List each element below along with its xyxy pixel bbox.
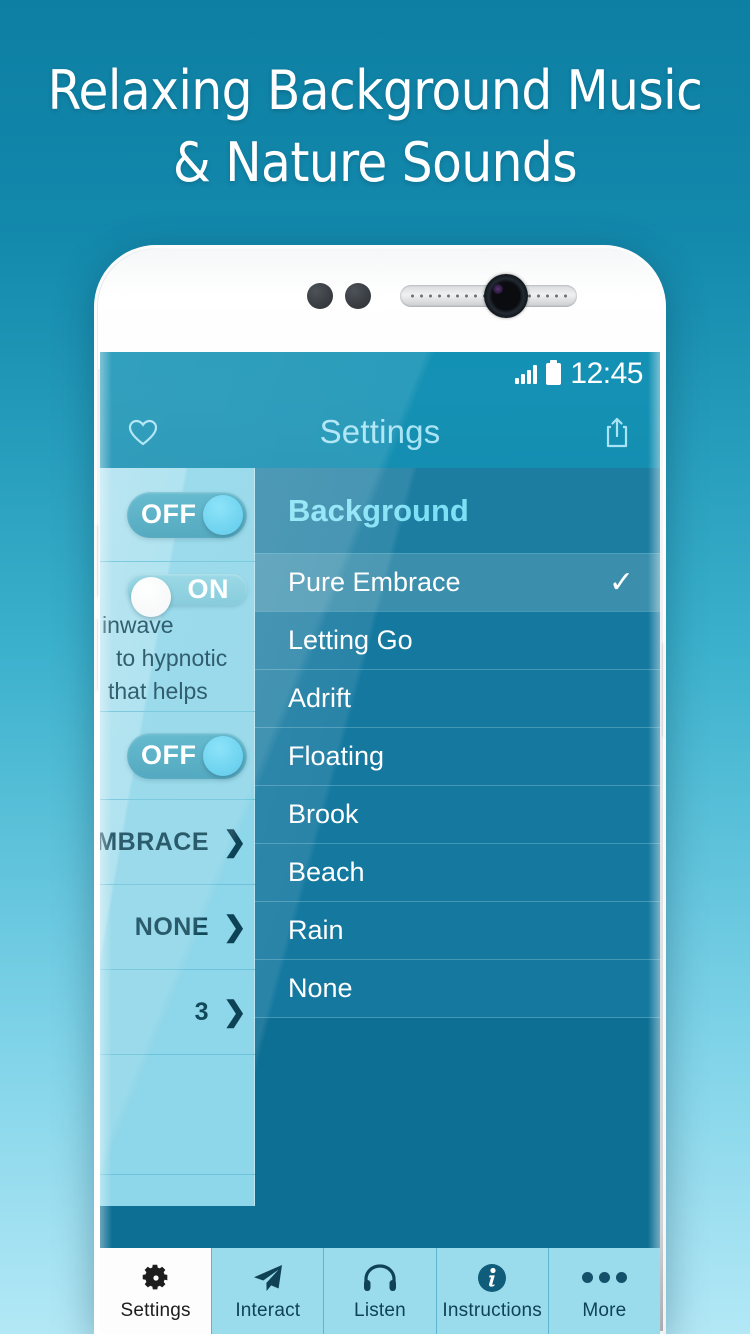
share-button[interactable] [596,411,638,453]
description-line-3: that helps [108,678,208,704]
light-sensor-icon [345,283,371,309]
tab-label: More [582,1299,627,1321]
list-item-label: Brook [288,799,359,829]
phone-top-bezel [98,249,662,369]
list-item-label: Letting Go [288,625,413,655]
list-item[interactable]: Letting Go [255,612,660,670]
toggle-2-label: ON [187,574,229,604]
gear-icon [140,1261,172,1295]
phone-screen: 12:45 Settings OFF ON inwave to hypnotic… [100,352,660,1334]
settings-left-panel: OFF ON inwave to hypnotic that helps OFF… [100,468,255,1206]
phone-mockup: 12:45 Settings OFF ON inwave to hypnotic… [94,245,666,1334]
left-row-toggle-3[interactable]: OFF [100,712,255,800]
proximity-sensor-icon [307,283,333,309]
left-row-none-value[interactable]: NONE ❯ [100,885,255,970]
list-item-label: Floating [288,741,385,771]
toggle-3-label: OFF [141,740,197,770]
description-line-2: to hypnotic [116,645,228,671]
list-item[interactable]: Brook [255,786,660,844]
heart-icon [128,419,158,445]
favorite-button[interactable] [122,411,164,453]
page-title: Settings [319,413,441,450]
tab-label: Settings [120,1299,191,1321]
toggle-3-knob [203,735,243,776]
none-value-wrap: NONE ❯ [135,913,247,942]
volume-up-button[interactable] [94,523,97,597]
list-item-label: Beach [288,857,365,887]
toggle-1-label: OFF [141,499,197,529]
list-item-label: Adrift [288,683,352,713]
tab-interact[interactable]: Interact [211,1248,324,1334]
ellipsis-icon [581,1261,627,1295]
background-list-header: Background [255,468,660,554]
tab-label: Instructions [442,1299,542,1321]
headphones-icon [362,1261,398,1295]
list-item[interactable]: Pure Embrace ✓ [255,554,660,612]
count-value-text: 3 [194,997,210,1026]
background-list-panel: Background Pure Embrace ✓ Letting Go Adr… [255,468,660,1206]
volume-down-button[interactable] [94,617,97,691]
list-item[interactable]: None [255,960,660,1018]
status-bar-clock: 12:45 [570,357,643,390]
list-item[interactable]: Adrift [255,670,660,728]
toggle-switch-1[interactable]: OFF [127,491,247,538]
tab-listen[interactable]: Listen [323,1248,436,1334]
left-row-empty [100,1055,255,1175]
tab-label: Listen [354,1299,406,1321]
battery-full-icon [546,360,562,385]
toggle-switch-3[interactable]: OFF [127,732,247,779]
tab-instructions[interactable]: Instructions [435,1248,548,1334]
share-icon [606,417,628,448]
list-item[interactable]: Beach [255,844,660,902]
toggle-switch-2[interactable]: ON [127,574,247,617]
app-header: Settings [100,396,660,468]
power-button[interactable] [663,641,666,737]
tab-more[interactable]: More [547,1248,660,1334]
list-item-label: Pure Embrace [288,567,461,597]
toggle-2-knob [131,577,171,617]
background-value-wrap: MBRACE ❯ [100,828,247,857]
front-camera-icon [484,274,528,318]
chevron-right-icon-3: ❯ [223,996,247,1027]
signal-bars-icon [515,364,538,384]
left-row-background-value[interactable]: MBRACE ❯ [100,800,255,885]
left-row-count-value[interactable]: 3 ❯ [100,970,255,1055]
status-bar: 12:45 [100,352,660,396]
settings-body: OFF ON inwave to hypnotic that helps OFF… [100,468,660,1206]
none-value-text: NONE [134,912,210,941]
description-line-1: inwave [102,612,174,638]
list-item-label: None [288,973,353,1003]
info-circle-icon [476,1261,508,1295]
background-value-text: MBRACE [100,827,210,856]
left-row-toggle-1[interactable]: OFF [100,468,255,562]
paper-plane-icon [251,1261,285,1295]
count-value-wrap: 3 ❯ [195,998,247,1027]
promo-headline-line1: Relaxing Background Music [47,59,703,122]
camera-lens-glint [493,284,503,294]
toggle-1-knob [203,494,243,535]
left-row-toggle-2[interactable]: ON inwave to hypnotic that helps [100,562,255,712]
bottom-tab-bar: Settings Interact Listen Instructions Mo… [100,1248,660,1334]
tab-settings[interactable]: Settings [100,1248,212,1334]
tab-label: Interact [235,1299,301,1321]
check-icon: ✓ [608,565,634,599]
promo-headline-line2: & Nature Sounds [172,131,578,194]
list-item-label: Rain [288,915,344,945]
list-item[interactable]: Floating [255,728,660,786]
chevron-right-icon-1: ❯ [223,826,247,857]
promo-headline: Relaxing Background Music & Nature Sound… [0,55,750,199]
chevron-right-icon-2: ❯ [223,911,247,942]
list-item[interactable]: Rain [255,902,660,960]
left-panel-description: inwave to hypnotic that helps [102,605,247,718]
